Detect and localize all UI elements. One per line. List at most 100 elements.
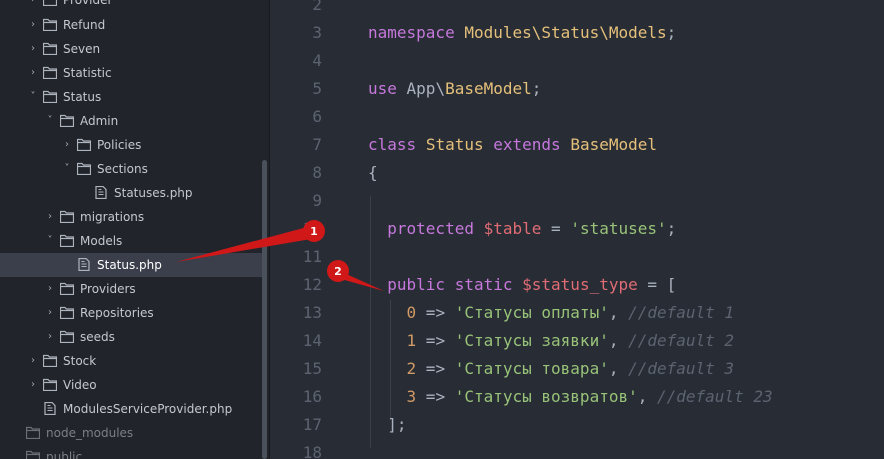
code-token: class <box>368 135 417 154</box>
code-token: extends <box>493 135 561 154</box>
code-token: Status <box>425 135 484 154</box>
chevron-right-icon[interactable]: › <box>27 61 39 85</box>
code-token: ]; <box>368 415 407 434</box>
code-line[interactable]: use App\BaseModel; <box>368 75 541 103</box>
chevron-right-icon[interactable]: › <box>44 325 56 349</box>
chevron-right-icon[interactable]: › <box>27 37 39 61</box>
chevron-right-icon[interactable]: › <box>27 373 39 397</box>
tree-item-label: Providers <box>80 282 136 296</box>
line-number: 5 <box>312 79 322 98</box>
file-icon <box>44 402 56 415</box>
code-token: { <box>368 163 378 182</box>
tree-item-provider[interactable]: › Provider <box>0 0 262 12</box>
sidebar-scrollbar-thumb[interactable] <box>262 160 267 459</box>
folder-icon <box>60 234 74 247</box>
tree-item-statistic[interactable]: › Statistic <box>0 61 262 85</box>
chevron-right-icon[interactable]: › <box>61 133 73 157</box>
code-line[interactable]: { <box>368 159 378 187</box>
tree-item-admin[interactable]: ˅ Admin <box>0 109 262 133</box>
folder-icon <box>43 42 57 55</box>
chevron-right-icon[interactable]: › <box>27 349 39 373</box>
line-number: 12 <box>302 275 322 294</box>
tree-item-label: migrations <box>80 210 145 224</box>
code-token: Modules\Status\Models <box>464 23 667 42</box>
tree-item-sections[interactable]: ˅ Sections <box>0 157 262 181</box>
code-line[interactable]: namespace Modules\Status\Models; <box>368 19 676 47</box>
code-token: 'Статусы оплаты' <box>454 303 609 322</box>
line-number: 15 <box>302 359 322 378</box>
code-line[interactable]: 2 => 'Статусы товара', //default 3 <box>368 355 735 383</box>
tree-item-public[interactable]: public <box>0 445 262 459</box>
tree-item-models[interactable]: ˅ Models <box>0 229 262 253</box>
tree-item-node-modules[interactable]: node_modules <box>0 421 262 445</box>
tree-item-label: Sections <box>97 162 148 176</box>
tree-item-label: Admin <box>80 114 119 128</box>
folder-icon <box>26 450 40 459</box>
tree-item-video[interactable]: › Video <box>0 373 262 397</box>
tree-item-label: Policies <box>97 138 142 152</box>
folder-icon <box>60 306 74 319</box>
chevron-down-icon[interactable]: ˅ <box>61 157 73 181</box>
tree-item-migrations[interactable]: › migrations <box>0 205 262 229</box>
tree-item-label: Provider <box>63 0 113 7</box>
code-line[interactable]: ]; <box>368 411 407 439</box>
code-token: , <box>637 387 657 406</box>
tree-item-refund[interactable]: › Refund <box>0 13 262 37</box>
folder-icon <box>77 162 91 175</box>
chevron-right-icon[interactable]: › <box>27 13 39 37</box>
code-token: $status_type <box>522 275 638 294</box>
line-number: 9 <box>312 191 322 210</box>
code-token: => <box>416 331 455 350</box>
code-token: protected <box>387 219 474 238</box>
code-token: , <box>608 331 629 350</box>
code-token: //default 3 <box>628 359 735 378</box>
code-token: 'Статусы возвратов' <box>454 387 638 406</box>
line-number: 7 <box>312 135 322 154</box>
code-editor[interactable]: 2 3 4 5 6 7 8 9 10 11 12 13 14 15 16 17 18 namespace Mod… <box>270 0 884 459</box>
code-token: , <box>608 359 629 378</box>
code-token: 0 <box>406 303 417 322</box>
chevron-right-icon[interactable]: › <box>44 277 56 301</box>
code-token: BaseModel <box>570 135 658 154</box>
tree-item-label: Status.php <box>97 258 162 272</box>
code-line[interactable]: public static $status_type = [ <box>368 271 676 299</box>
tree-item-label: Refund <box>63 18 106 32</box>
tree-item-seven[interactable]: › Seven <box>0 37 262 61</box>
line-number: 13 <box>302 303 322 322</box>
tree-item-status[interactable]: ˅ Status <box>0 85 262 109</box>
tree-item-status-php[interactable]: Status.php <box>0 253 262 277</box>
chevron-right-icon[interactable]: › <box>44 301 56 325</box>
tree-item-stock[interactable]: › Stock <box>0 349 262 373</box>
code-line[interactable]: class Status extends BaseModel <box>368 131 657 159</box>
tree-item-seeds[interactable]: › seeds <box>0 325 262 349</box>
code-token: BaseModel <box>445 79 532 98</box>
code-line[interactable]: 1 => 'Статусы заявки', //default 2 <box>368 327 735 355</box>
code-line[interactable]: protected $table = 'statuses'; <box>368 215 676 243</box>
tree-item-modulesserviceprovider-php[interactable]: ModulesServiceProvider.php <box>0 397 262 421</box>
tree-item-providers[interactable]: › Providers <box>0 277 262 301</box>
line-number: 8 <box>312 163 322 182</box>
chevron-down-icon[interactable]: ˅ <box>27 85 39 109</box>
chevron-right-icon[interactable]: › <box>27 0 39 12</box>
tree-item-statuses-php[interactable]: Statuses.php <box>0 181 262 205</box>
tree-item-label: public <box>46 450 83 459</box>
code-token: App\ <box>396 79 446 98</box>
folder-icon <box>77 138 91 151</box>
code-token: 'Статусы товара' <box>454 359 609 378</box>
chevron-right-icon[interactable]: › <box>44 205 56 229</box>
chevron-down-icon[interactable]: ˅ <box>44 109 56 133</box>
tree-item-policies[interactable]: › Policies <box>0 133 262 157</box>
code-token: , <box>608 303 629 322</box>
folder-icon <box>60 210 74 223</box>
chevron-down-icon[interactable]: ˅ <box>44 229 56 253</box>
code-line[interactable]: 3 => 'Статусы возвратов', //default 23 <box>368 383 773 411</box>
tree-item-label: Stock <box>63 354 97 368</box>
folder-icon <box>60 330 74 343</box>
code-line[interactable]: 0 => 'Статусы оплаты', //default 1 <box>368 299 735 327</box>
tree-item-repositories[interactable]: › Repositories <box>0 301 262 325</box>
